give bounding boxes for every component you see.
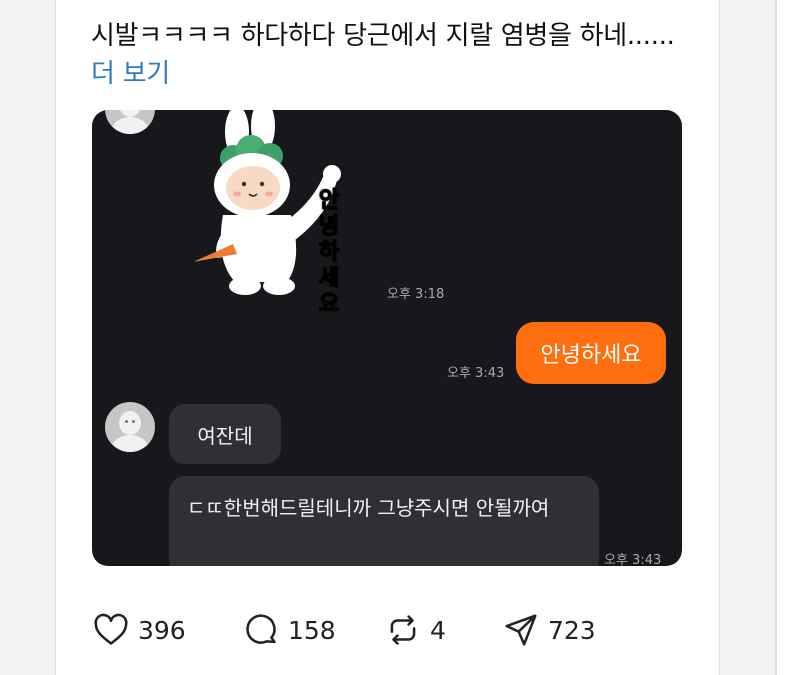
repost-button[interactable]: 4 (384, 608, 446, 652)
timestamp-3: 오후 3:43 (604, 553, 662, 566)
comment-button[interactable]: 158 (242, 608, 336, 652)
repost-count: 4 (430, 615, 446, 645)
comment-count: 158 (288, 615, 336, 645)
post-text: 시발ㅋㅋㅋㅋ 하다하다 당근에서 지랄 염병을 하네...... 더 보기 (91, 17, 681, 93)
share-count: 723 (548, 615, 596, 645)
timestamp-2: 오후 3:43 (447, 366, 505, 381)
repost-icon (390, 615, 416, 645)
share-icon (505, 614, 537, 646)
share-button[interactable]: 723 (502, 608, 596, 652)
my-message-bubble: 안녕하세요 (516, 322, 666, 384)
comment-icon (246, 614, 276, 644)
like-count: 396 (138, 615, 186, 645)
post-body: 시발ㅋㅋㅋㅋ 하다하다 당근에서 지랄 염병을 하네...... (91, 21, 675, 51)
top-avatar-icon (105, 110, 155, 134)
reply-bubble-2: ㄷㄸ한번해드릴테니까 그냥주시면 안될까여 (169, 476, 599, 566)
like-button[interactable]: 396 (92, 608, 186, 652)
sticker-text: 안녕하세요 (318, 188, 340, 318)
sender-avatar-icon (105, 402, 155, 452)
timestamp-1: 오후 3:18 (387, 287, 445, 302)
reply-bubble-1: 여잔데 (169, 404, 281, 464)
post-actions-bar: 396 158 4 723 (92, 608, 652, 652)
adjacent-card-edge (775, 0, 800, 675)
chat-screenshot-image[interactable]: 안녕하세요 오후 3:18 오후 3:43 안녕하세요 여잔데 ㄷㄸ한번해드릴테… (92, 110, 682, 566)
heart-icon (94, 613, 128, 645)
see-more-link[interactable]: 더 보기 (91, 59, 170, 89)
